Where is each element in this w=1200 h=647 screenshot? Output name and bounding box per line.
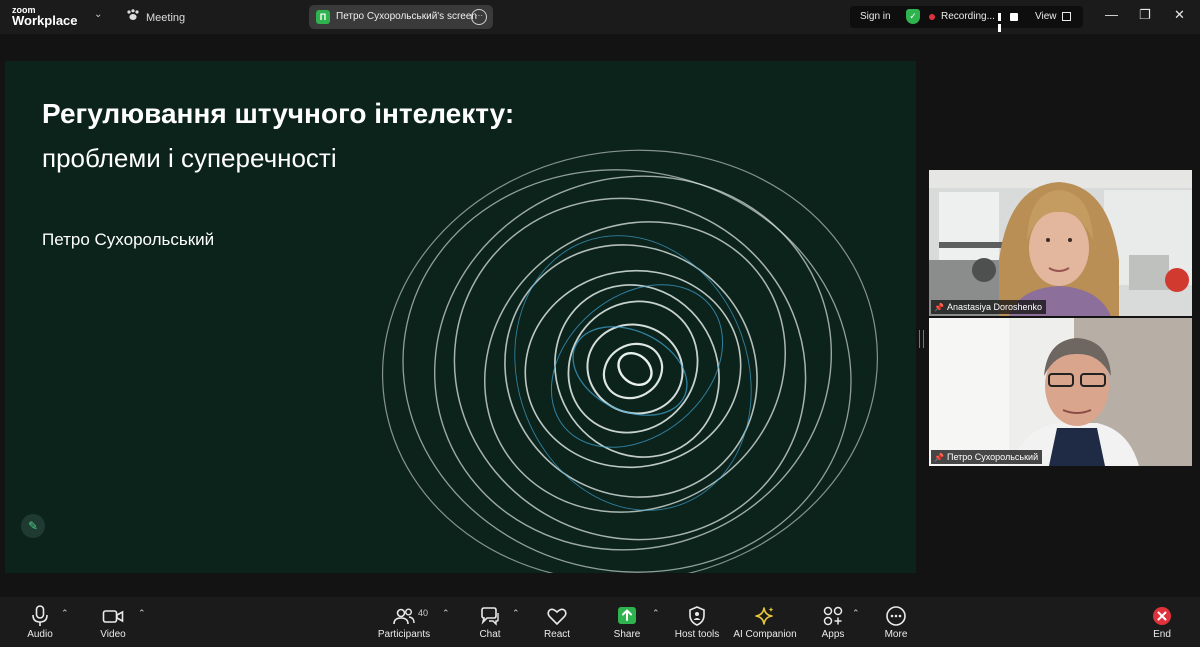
minimize-icon[interactable]: — bbox=[1105, 7, 1118, 22]
participant-video-feed bbox=[929, 170, 1192, 316]
participant-name: Anastasiya Doroshenko bbox=[946, 302, 1043, 312]
more-button[interactable]: More bbox=[856, 597, 936, 647]
panel-resize-handle[interactable] bbox=[919, 330, 924, 348]
slide-subtitle: проблеми і суперечності bbox=[42, 143, 337, 173]
participant-video-feed bbox=[929, 318, 1192, 466]
participants-button[interactable]: Participants bbox=[364, 597, 444, 647]
end-call-icon bbox=[1122, 605, 1200, 627]
recording-dot-icon bbox=[929, 14, 935, 20]
participants-icon bbox=[364, 605, 444, 627]
recording-status: Recording... bbox=[941, 11, 995, 22]
paw-icon bbox=[126, 9, 142, 24]
slide-title: Регулювання штучного інтелекту: bbox=[42, 98, 515, 129]
more-dots-icon bbox=[856, 605, 936, 627]
share-label: Share bbox=[613, 629, 641, 640]
view-layout-icon[interactable] bbox=[1062, 12, 1071, 21]
end-label: End bbox=[1153, 629, 1171, 640]
end-meeting-button[interactable]: End bbox=[1122, 597, 1200, 647]
swirl-graphic bbox=[381, 149, 879, 573]
pause-recording-icon[interactable] bbox=[998, 13, 1006, 32]
participant-name-label: 📌 Anastasiya Doroshenko bbox=[931, 300, 1047, 314]
participants-options-caret-icon[interactable]: ⌃ bbox=[442, 608, 450, 619]
active-speaker-video-tile[interactable]: 📌 Петро Сухорольський bbox=[929, 318, 1192, 466]
zoom-logo: zoom Workplace bbox=[12, 5, 78, 28]
shared-screen-name: Петро Сухорольський's screen bbox=[336, 11, 477, 22]
heart-icon bbox=[517, 605, 597, 627]
participants-count: 40 bbox=[418, 608, 429, 618]
participant-name: Петро Сухорольський bbox=[946, 452, 1039, 462]
top-right-controls: Sign in ✓ Recording... View bbox=[850, 6, 1083, 32]
meeting-menu[interactable]: Meeting bbox=[126, 9, 185, 24]
video-button[interactable]: Video bbox=[73, 597, 153, 647]
meeting-label: Meeting bbox=[146, 12, 186, 24]
encryption-shield-icon[interactable]: ✓ bbox=[906, 9, 920, 24]
view-button[interactable]: View bbox=[1035, 11, 1057, 22]
react-label: React bbox=[543, 629, 571, 640]
share-button[interactable]: Share bbox=[587, 597, 667, 647]
video-label: Video bbox=[100, 629, 126, 640]
meeting-toolbar: Audio ⌃ Video ⌃ Participants 40 ⌃ Chat ⌃… bbox=[0, 597, 1200, 647]
more-label: More bbox=[884, 629, 908, 640]
participants-label: Participants bbox=[377, 629, 431, 640]
pin-icon: 📌 bbox=[934, 303, 944, 312]
shared-slide: Регулювання штучного інтелекту: проблеми… bbox=[5, 61, 916, 573]
slide-author: Петро Сухорольський bbox=[42, 230, 215, 249]
logo-line2: Workplace bbox=[12, 13, 78, 28]
screen-share-pill[interactable]: П Петро Сухорольський's screen ··· bbox=[309, 5, 493, 29]
pin-icon: 📌 bbox=[934, 453, 944, 462]
annotate-pencil-icon[interactable]: ✎ bbox=[21, 514, 45, 538]
react-button[interactable]: React bbox=[517, 597, 597, 647]
participant-name-label: 📌 Петро Сухорольський bbox=[931, 450, 1043, 464]
chevron-down-icon[interactable]: ⌄ bbox=[94, 9, 102, 20]
audio-button[interactable]: Audio bbox=[0, 597, 80, 647]
participant-video-tile[interactable]: 📌 Anastasiya Doroshenko bbox=[929, 170, 1192, 316]
title-bar: zoom Workplace ⌄ Meeting П Петро Сухорол… bbox=[0, 0, 1200, 34]
sharer-badge: П bbox=[316, 10, 330, 24]
more-options-icon[interactable]: ··· bbox=[471, 9, 487, 25]
audio-options-caret-icon[interactable]: ⌃ bbox=[61, 608, 69, 619]
restore-icon[interactable]: ❐ bbox=[1139, 7, 1151, 23]
stop-recording-icon[interactable] bbox=[1010, 13, 1018, 21]
close-icon[interactable]: ✕ bbox=[1174, 7, 1185, 23]
audio-label: Audio bbox=[27, 629, 53, 640]
video-options-caret-icon[interactable]: ⌃ bbox=[138, 608, 146, 619]
sign-in-button[interactable]: Sign in bbox=[860, 11, 891, 22]
